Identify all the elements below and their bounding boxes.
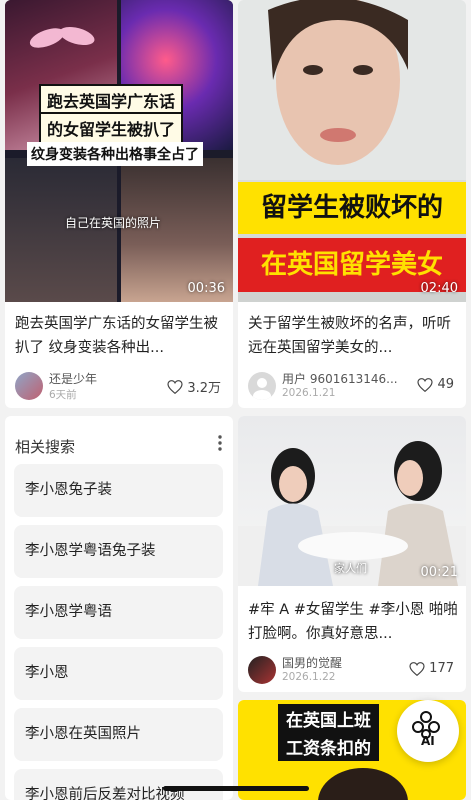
default-user-icon: [253, 378, 271, 400]
post-date: 2026.1.22: [282, 671, 336, 683]
overlay-caption: 自己在英国的照片: [65, 216, 162, 230]
video-card[interactable]: 留学生被败坏的 在英国留学美女 02:40 关于留学生被败坏的名声，听听远在英国…: [238, 0, 466, 408]
related-search-item[interactable]: 李小恩: [14, 647, 223, 700]
video-duration: 02:40: [420, 281, 458, 296]
related-search-item[interactable]: 李小恩兔子装: [14, 464, 223, 517]
overlay-text-line2: 工资条扣的: [278, 732, 379, 761]
video-title[interactable]: #牢 A #女留学生 #李小恩 啪啪打脸啊。你真好意思...: [248, 598, 458, 646]
related-search-item[interactable]: 李小恩在英国照片: [14, 708, 223, 761]
video-card[interactable]: 跑去英国学广东话 的女留学生被扒了 纹身变装各种出格事全占了 自己在英国的照片 …: [5, 0, 233, 408]
overlay-caption: 家人们: [334, 562, 367, 575]
video-card[interactable]: 家人们 00:21 #牢 A #女留学生 #李小恩 啪啪打脸啊。你真好意思...…: [238, 416, 466, 692]
author-name[interactable]: 还是少年: [49, 370, 97, 387]
avatar[interactable]: [248, 656, 276, 684]
video-title[interactable]: 跑去英国学广东话的女留学生被扒了 纹身变装各种出...: [15, 312, 225, 360]
overlay-text-line1: 在英国上班: [278, 704, 379, 733]
related-search-heading: 相关搜索: [15, 438, 76, 456]
ai-assistant-button[interactable]: AI: [397, 700, 459, 762]
overlay-text-line1: 留学生被败坏的: [238, 182, 466, 234]
related-search-card: 相关搜索 李小恩兔子装 李小恩学粤语兔子装 李小恩学粤语 李小恩 李小恩在英国照…: [5, 416, 233, 800]
related-search-item[interactable]: 李小恩前后反差对比视频: [14, 769, 223, 800]
heart-icon: [417, 377, 434, 392]
avatar[interactable]: [15, 372, 43, 400]
author-name[interactable]: 国男的觉醒: [282, 654, 342, 671]
video-title[interactable]: 关于留学生被败坏的名声，听听远在英国留学美女的...: [248, 312, 458, 360]
bunny-ears-graphic: [29, 26, 95, 48]
thumbnail-photo: [318, 768, 408, 800]
post-date: 2026.1.21: [282, 387, 336, 399]
card-meta: 国男的觉醒 2026.1.22 177: [248, 654, 456, 686]
card-meta: 用户 9601613146... 2026.1.21 49: [248, 370, 456, 402]
card-meta: 还是少年 6天前 3.2万: [15, 370, 223, 402]
author-name[interactable]: 用户 9601613146...: [282, 370, 398, 387]
related-search-item[interactable]: 李小恩学粤语: [14, 586, 223, 639]
video-duration: 00:21: [420, 565, 458, 580]
video-thumbnail[interactable]: 家人们 00:21: [238, 416, 466, 586]
heart-icon: [167, 379, 183, 394]
thumbnail-photo: [238, 0, 466, 180]
overlay-text-line2: 的女留学生被扒了: [39, 112, 184, 144]
heart-icon: [409, 661, 425, 676]
related-search-item[interactable]: 李小恩学粤语兔子装: [14, 525, 223, 578]
overlay-text-line3: 纹身变装各种出格事全占了: [27, 142, 203, 166]
ai-button-label: AI: [421, 734, 435, 748]
post-date: 6天前: [49, 389, 77, 401]
video-thumbnail[interactable]: 跑去英国学广东话 的女留学生被扒了 纹身变装各种出格事全占了 自己在英国的照片 …: [5, 0, 233, 302]
home-indicator[interactable]: [163, 786, 309, 791]
like-count: 3.2万: [187, 381, 221, 396]
video-duration: 00:36: [187, 281, 225, 296]
like-button[interactable]: 177: [409, 661, 454, 676]
like-button[interactable]: 3.2万: [167, 377, 221, 396]
avatar[interactable]: [248, 372, 276, 400]
like-count: 177: [429, 661, 454, 676]
like-count: 49: [437, 377, 454, 392]
like-button[interactable]: 49: [417, 377, 454, 392]
video-thumbnail[interactable]: 留学生被败坏的 在英国留学美女 02:40: [238, 0, 466, 302]
more-options-icon[interactable]: [217, 434, 223, 452]
